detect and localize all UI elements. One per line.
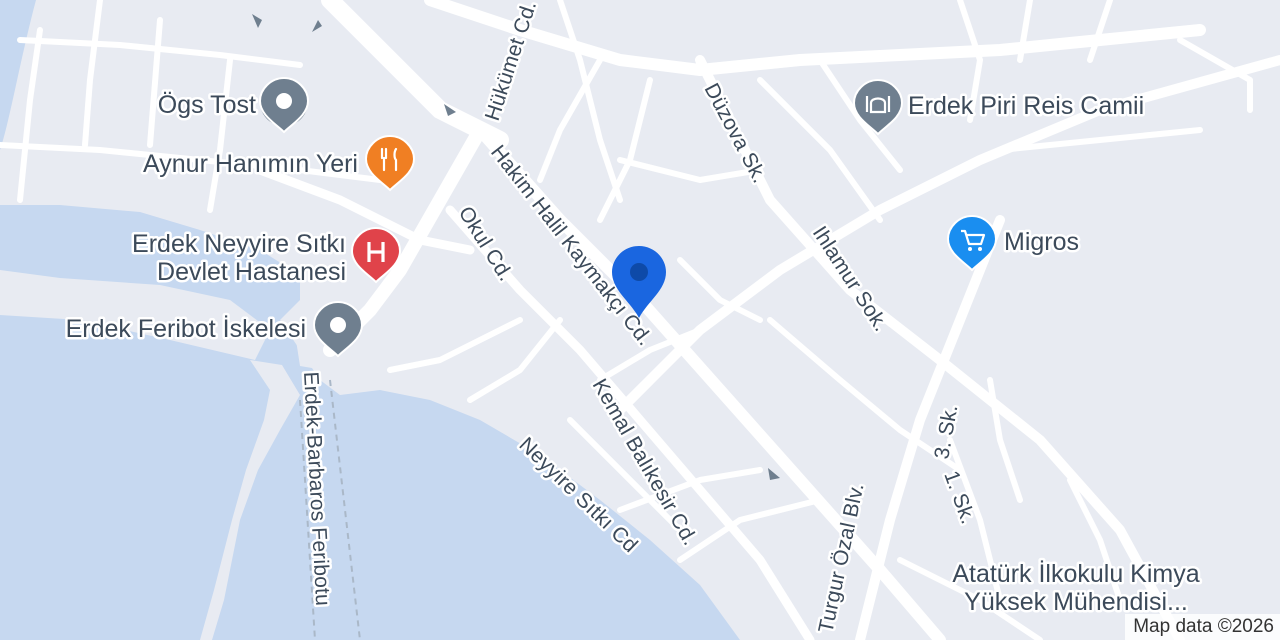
poi-hospital-label-2: Devlet Hastanesi	[157, 258, 346, 286]
poi-ogs-tost-label: Ögs Tost	[158, 91, 256, 119]
map-attribution[interactable]: Map data ©2026	[1125, 614, 1280, 640]
poi-ataturk[interactable]: Atatürk İlkokulu Kimya Yüksek Mühendisi.…	[950, 557, 1202, 619]
poi-aynur-label: Aynur Hanımın Yeri	[143, 150, 358, 178]
poi-hospital-label-1: Erdek Neyyire Sıtkı	[132, 230, 346, 258]
poi-migros-label: Migros	[1004, 228, 1079, 256]
map-canvas[interactable]: Hükümet Cd. Hakim Halil Kaymakçı Cd. Oku…	[0, 0, 1280, 640]
poi-feribot-label: Erdek Feribot İskelesi	[66, 314, 306, 343]
poi-cami-label: Erdek Piri Reis Camii	[908, 92, 1144, 120]
poi-ataturk-label-2: Yüksek Mühendisi...	[964, 588, 1188, 616]
map-svg[interactable]: Hükümet Cd. Hakim Halil Kaymakçı Cd. Oku…	[0, 0, 1280, 640]
poi-ataturk-label-1: Atatürk İlkokulu Kimya	[952, 559, 1199, 588]
